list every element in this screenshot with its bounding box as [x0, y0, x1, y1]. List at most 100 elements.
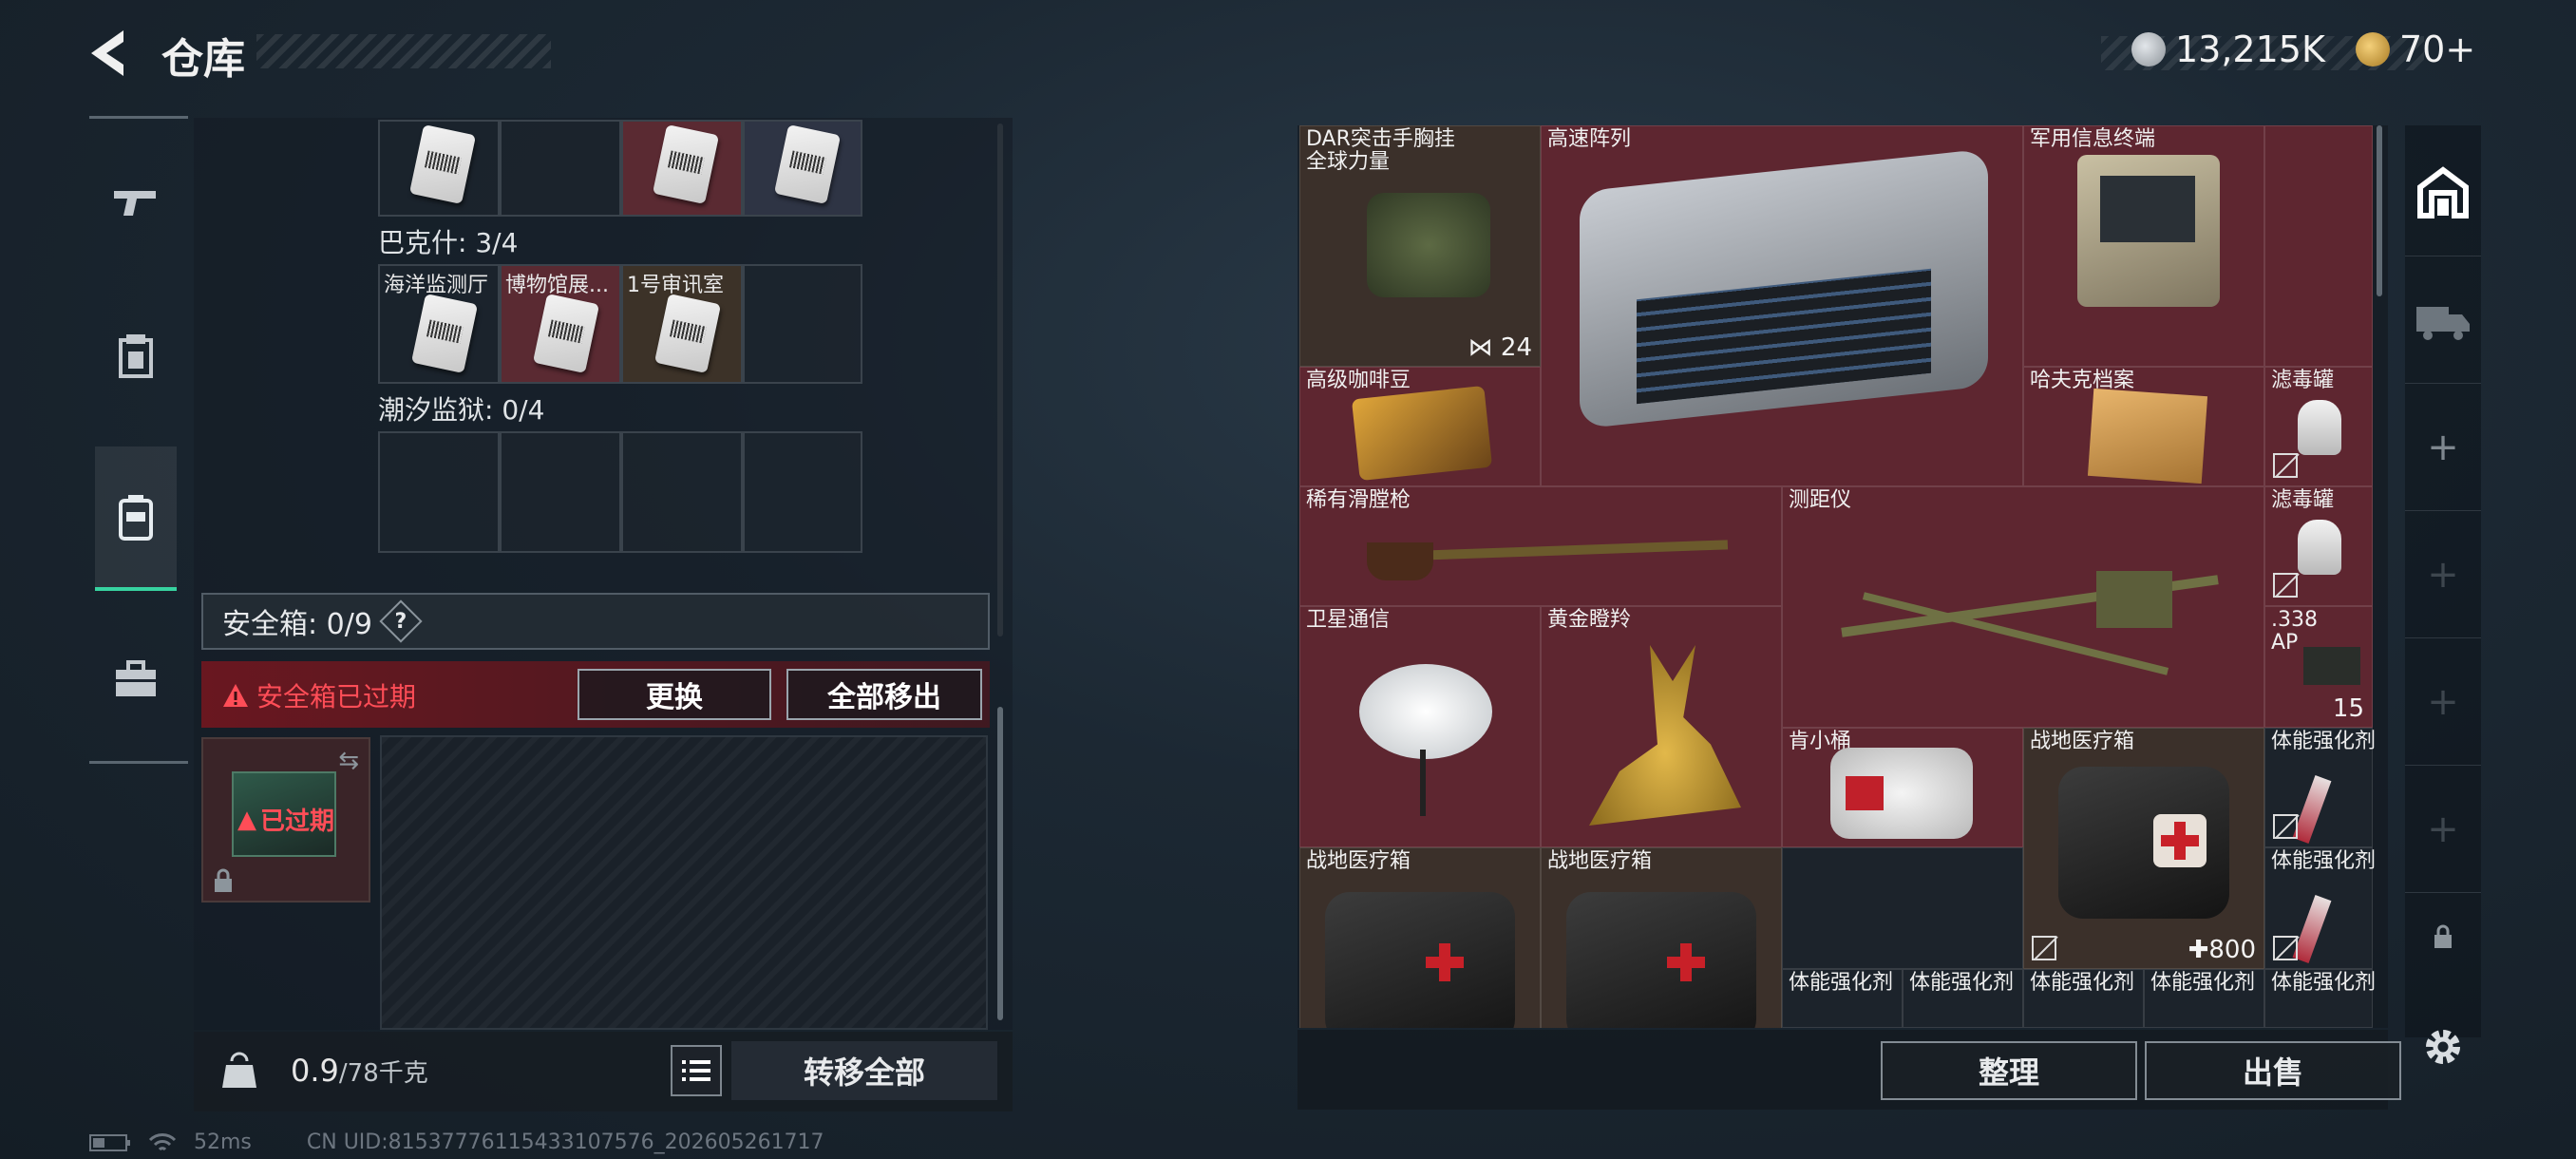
item-stamina-booster[interactable]: 体能强化剂 [2264, 969, 2376, 1028]
tab-backpack[interactable] [95, 446, 177, 591]
add-tab-button[interactable]: + [2405, 638, 2481, 766]
key-slot[interactable] [743, 431, 862, 553]
item-military-terminal[interactable]: 军用信息终端 [2023, 125, 2264, 367]
backpack-icon [119, 495, 153, 541]
warehouse-tab-main[interactable] [2405, 129, 2481, 256]
section-label-tide-prison: 潮汐监狱: 0/4 [378, 394, 545, 426]
medkit-icon [1566, 892, 1756, 1028]
item-stamina-booster[interactable]: 体能强化剂 [1903, 969, 2023, 1028]
syringe-icon [2292, 775, 2332, 844]
key-slot[interactable]: 海洋监测厅 [378, 264, 500, 384]
satellite-dish-icon [1359, 664, 1492, 759]
settings-button[interactable] [2405, 1009, 2481, 1085]
lock-toggle[interactable] [2405, 899, 2481, 975]
warehouse-grid-bg: DAR突击手胸挂 全球力量 ⋈ 24 高速阵列 军用信息终端 高级咖啡豆 哈夫克… [1299, 125, 2376, 1028]
safebox-grid[interactable] [380, 735, 988, 1030]
swap-icon[interactable]: ⇆ [338, 747, 359, 775]
item-haavk-file[interactable]: 哈夫克档案 [2023, 367, 2264, 486]
keycard-icon [652, 124, 720, 205]
file-folder-icon [2087, 388, 2208, 484]
item-stamina-booster[interactable]: 体能强化剂 [1782, 969, 1903, 1028]
lock-icon [215, 868, 232, 892]
weight-icon [211, 1045, 268, 1096]
list-icon [682, 1060, 710, 1081]
tab-armor[interactable] [95, 306, 177, 410]
item-stamina-booster[interactable]: 体能强化剂 [2023, 969, 2144, 1028]
item-ken-bucket[interactable]: 肯小桶 [1782, 728, 2023, 847]
tab-toolbox[interactable] [95, 627, 177, 732]
empty-slot[interactable] [2264, 125, 2373, 367]
back-arrow-icon [91, 30, 123, 76]
armor-icon [119, 334, 153, 378]
replace-button[interactable]: 更换 [578, 669, 771, 720]
no-trade-icon [2273, 814, 2298, 839]
currency-1-value: 13,215K [2175, 28, 2325, 70]
key-slot[interactable]: 博物馆展... [500, 264, 621, 384]
terminal-icon [2077, 155, 2220, 307]
gazelle-statue-icon [1589, 645, 1741, 826]
key-slot[interactable] [743, 264, 862, 384]
warehouse-tab-vehicle[interactable] [2405, 256, 2481, 384]
back-button[interactable] [85, 27, 142, 80]
expired-notice: 安全箱已过期 [222, 676, 416, 714]
page-title: 仓库 [161, 35, 245, 84]
no-trade-icon [2273, 573, 2298, 598]
item-filter-canister[interactable]: 滤毒罐 [2264, 367, 2373, 486]
item-golden-gazelle[interactable]: 黄金瞪羚 [1541, 606, 1782, 847]
tab-weapons[interactable] [95, 150, 177, 255]
silver-coin-icon [2131, 32, 2166, 66]
safebox-label: 安全箱: 0/9 [222, 608, 372, 641]
item-filter-canister[interactable]: 滤毒罐 [2264, 486, 2373, 606]
list-view-button[interactable] [671, 1045, 722, 1096]
no-trade-icon [2032, 936, 2056, 960]
keycard-icon [532, 293, 600, 374]
help-icon[interactable]: ? [379, 599, 423, 643]
item-high-speed-array[interactable]: 高速阵列 [1541, 125, 2023, 486]
add-tab-button[interactable]: + [2405, 766, 2481, 893]
key-slot[interactable] [621, 120, 743, 217]
canister-icon [2298, 520, 2341, 575]
item-rare-musket[interactable]: 稀有滑膛枪 [1299, 486, 1782, 606]
lock-icon [2434, 924, 2452, 948]
item-premium-coffee[interactable]: 高级咖啡豆 [1299, 367, 1541, 486]
transfer-all-button[interactable]: 转移全部 [731, 1041, 997, 1100]
weight-readout: 0.9/78千克 [291, 1053, 428, 1089]
coffee-bag-icon [1351, 385, 1493, 482]
scrollbar-thumb[interactable] [997, 707, 1003, 1020]
item-rangefinder[interactable]: 测距仪 [1782, 486, 2264, 728]
inventory-scrollbar[interactable] [2377, 125, 2382, 296]
key-slot[interactable] [500, 431, 621, 553]
key-slot[interactable] [378, 120, 500, 217]
item-stamina-booster[interactable]: 体能强化剂 [2144, 969, 2264, 1028]
no-trade-icon [2273, 936, 2298, 960]
key-slot[interactable] [743, 120, 862, 217]
move-all-button[interactable]: 全部移出 [786, 669, 982, 720]
safebox-item[interactable]: ▲ 已过期 ⇆ [201, 737, 370, 902]
keycard-icon [773, 124, 842, 205]
currency-1: 13,215K [2131, 28, 2325, 70]
add-tab-button[interactable]: + [2405, 511, 2481, 638]
key-slot[interactable] [378, 431, 500, 553]
syringe-icon [2292, 895, 2332, 963]
warning-icon [223, 684, 248, 707]
item-field-medkit[interactable]: 战地医疗箱 [1541, 847, 1782, 1028]
item-field-medkit[interactable]: 战地医疗箱 [1299, 847, 1541, 1028]
add-tab-button[interactable]: + [2405, 384, 2481, 511]
key-slot[interactable]: 1号审讯室 [621, 264, 743, 384]
key-slot[interactable] [500, 120, 621, 217]
chest-rig-icon [1367, 193, 1490, 297]
item-satellite-comm[interactable]: 卫星通信 [1299, 606, 1541, 847]
medkit-icon [2058, 767, 2229, 919]
item-dar-chest-rig[interactable]: DAR突击手胸挂 全球力量 ⋈ 24 [1299, 125, 1541, 367]
sell-button[interactable]: 出售 [2145, 1041, 2401, 1100]
item-stamina-booster[interactable]: 体能强化剂 [2264, 728, 2376, 847]
wifi-icon [148, 1132, 177, 1150]
status-bar: 52ms CN UID:8153777611543310757​6_202605… [89, 1130, 824, 1154]
sort-button[interactable]: 整理 [1881, 1041, 2137, 1100]
currency-2-value: 70+ [2399, 28, 2476, 70]
empty-slot[interactable] [1782, 847, 2023, 969]
item-338-ap-ammo[interactable]: .338 AP 15 [2264, 606, 2373, 728]
item-field-medkit-large[interactable]: 战地医疗箱 ✚800 [2023, 728, 2264, 969]
key-slot[interactable] [621, 431, 743, 553]
item-stamina-booster[interactable]: 体能强化剂 [2264, 847, 2376, 969]
